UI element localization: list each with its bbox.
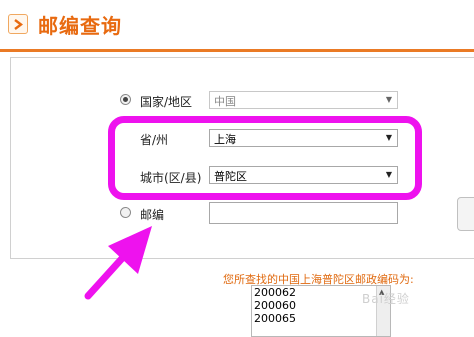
highlight-box — [108, 116, 422, 200]
chevron-right-icon — [8, 14, 28, 34]
query-button[interactable] — [457, 197, 474, 231]
header-divider — [0, 49, 474, 52]
country-select-value: 中国 — [214, 95, 236, 108]
watermark: Bai经验 — [362, 292, 410, 306]
country-label: 国家/地区 — [140, 95, 193, 109]
country-select[interactable]: 中国 ▼ — [209, 91, 398, 109]
list-item[interactable]: 200065 — [252, 312, 390, 325]
postcode-input[interactable] — [209, 202, 398, 224]
page-title: 邮编查询 — [38, 14, 122, 38]
header-bar: 邮编查询 — [0, 0, 474, 50]
chevron-down-icon: ▼ — [385, 95, 392, 104]
country-radio[interactable] — [120, 94, 131, 105]
pointer-arrow-icon — [84, 226, 152, 300]
